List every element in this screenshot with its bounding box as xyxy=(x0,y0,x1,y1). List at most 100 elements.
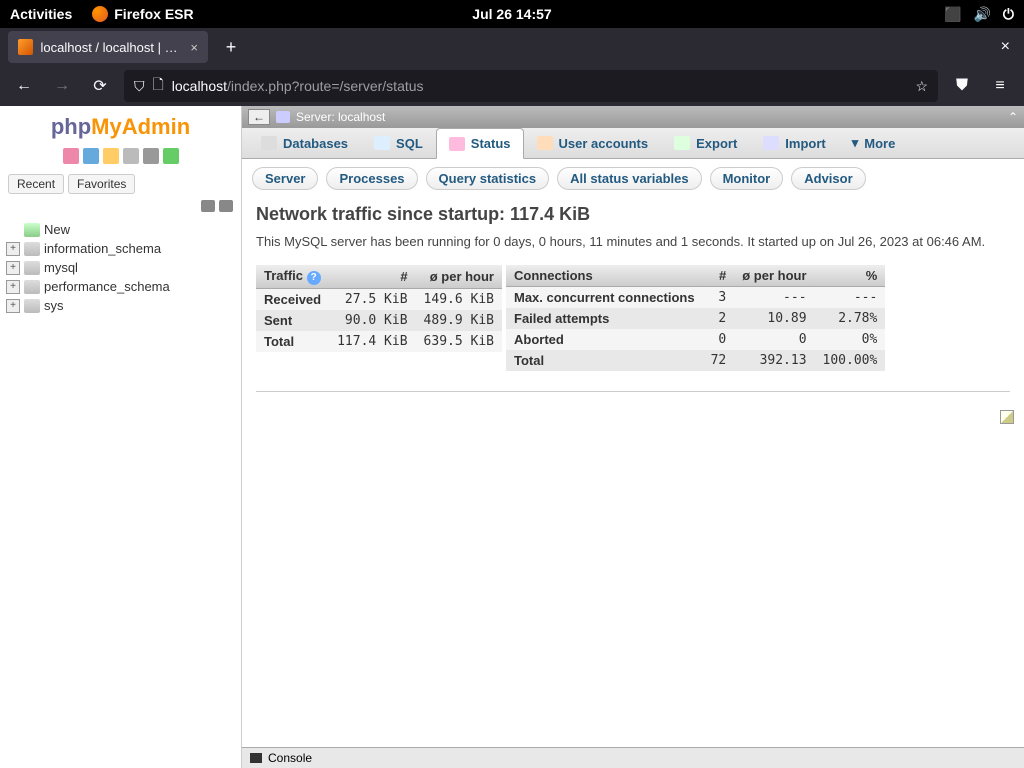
recent-tab[interactable]: Recent xyxy=(8,174,64,194)
url-path: /index.php?route=/server/status xyxy=(227,78,424,94)
reload-icon[interactable] xyxy=(163,148,179,164)
collapse-tree-icon[interactable] xyxy=(201,200,215,212)
settings-icon[interactable] xyxy=(143,148,159,164)
top-tabs: Databases SQL Status User accounts Expor… xyxy=(242,128,1024,159)
tab-title: localhost / localhost | php... xyxy=(41,40,183,55)
tree-mysql[interactable]: + mysql xyxy=(6,258,235,277)
divider xyxy=(256,391,1010,392)
home-icon[interactable] xyxy=(63,148,79,164)
db-icon xyxy=(24,242,40,256)
tree-sys[interactable]: + sys xyxy=(6,296,235,315)
expand-icon[interactable]: + xyxy=(6,261,20,275)
table-row: Max. concurrent connections3------ xyxy=(506,287,885,309)
tab-databases[interactable]: Databases xyxy=(248,128,361,158)
help-icon[interactable]: ? xyxy=(307,271,321,285)
console-bar[interactable]: Console xyxy=(242,747,1024,768)
status-icon xyxy=(449,137,465,151)
subtab-monitor[interactable]: Monitor xyxy=(710,167,784,190)
expand-icon[interactable]: + xyxy=(6,242,20,256)
tree-performance-schema[interactable]: + performance_schema xyxy=(6,277,235,296)
table-row: Total72392.13100.00% xyxy=(506,350,885,371)
table-row: Failed attempts210.892.78% xyxy=(506,308,885,329)
activities-button[interactable]: Activities xyxy=(10,6,72,22)
server-label[interactable]: Server: localhost xyxy=(296,110,385,124)
shield-icon[interactable]: ⛉ xyxy=(134,78,145,95)
url-bar[interactable]: ⛉ 🗋 localhost/index.php?route=/server/st… xyxy=(124,70,938,102)
reload-button[interactable]: ⟳ xyxy=(86,72,114,100)
forward-button: → xyxy=(48,72,76,100)
tab-more[interactable]: ▾More xyxy=(839,128,909,158)
expand-icon[interactable]: + xyxy=(6,299,20,313)
volume-icon[interactable]: 🔊 xyxy=(973,6,990,23)
tab-import[interactable]: Import xyxy=(750,128,838,158)
table-row: Total117.4 KiB639.5 KiB xyxy=(256,331,502,352)
power-icon[interactable]: ⏻ xyxy=(1003,6,1014,23)
col-connections: Connections xyxy=(506,265,703,287)
firefox-icon xyxy=(92,6,108,22)
sql-tab-icon xyxy=(374,136,390,150)
app-indicator[interactable]: Firefox ESR xyxy=(92,6,193,22)
sticky-note-icon[interactable] xyxy=(1000,410,1014,424)
tree-new[interactable]: New xyxy=(6,220,235,239)
status-content: Network traffic since startup: 117.4 KiB… xyxy=(242,198,1024,373)
users-icon xyxy=(537,136,553,150)
docs-icon[interactable] xyxy=(103,148,119,164)
server-breadcrumb: ← Server: localhost ⌃ xyxy=(242,106,1024,128)
col-per-hour: ø per hour xyxy=(416,265,502,289)
db-icon xyxy=(24,261,40,275)
db-icon xyxy=(24,299,40,313)
subtab-server[interactable]: Server xyxy=(252,167,318,190)
new-db-icon xyxy=(24,223,40,237)
network-icon[interactable]: ⬛ xyxy=(944,6,961,23)
lock-icon[interactable]: 🗋 xyxy=(153,74,164,98)
pocket-icon[interactable]: ⛊ xyxy=(948,72,976,100)
nav-back-icon[interactable]: ← xyxy=(248,109,270,125)
browser-tab[interactable]: localhost / localhost | php... × xyxy=(8,31,208,63)
console-label: Console xyxy=(268,751,312,765)
clock[interactable]: Jul 26 14:57 xyxy=(472,6,551,22)
os-top-bar: Activities Firefox ESR Jul 26 14:57 ⬛ 🔊 … xyxy=(0,0,1024,28)
logout-icon[interactable] xyxy=(83,148,99,164)
tab-sql[interactable]: SQL xyxy=(361,128,436,158)
tab-status[interactable]: Status xyxy=(436,128,524,159)
db-icon xyxy=(24,280,40,294)
expand-icon[interactable]: + xyxy=(6,280,20,294)
link-tree-icon[interactable] xyxy=(219,200,233,212)
close-tab-icon[interactable]: × xyxy=(190,40,198,55)
close-window-button[interactable]: × xyxy=(995,38,1016,56)
pma-main: ← Server: localhost ⌃ Databases SQL Stat… xyxy=(242,106,1024,768)
subtab-all-status-variables[interactable]: All status variables xyxy=(557,167,702,190)
databases-icon xyxy=(261,136,277,150)
hamburger-menu-icon[interactable]: ≡ xyxy=(986,72,1014,100)
tab-bar: localhost / localhost | php... × + × xyxy=(0,28,1024,66)
col-num: # xyxy=(329,265,415,289)
bookmark-star-icon[interactable]: ☆ xyxy=(915,78,928,95)
back-button[interactable]: ← xyxy=(10,72,38,100)
tab-export[interactable]: Export xyxy=(661,128,750,158)
tab-user-accounts[interactable]: User accounts xyxy=(524,128,662,158)
browser-chrome: localhost / localhost | php... × + × ← →… xyxy=(0,28,1024,106)
server-icon xyxy=(276,111,290,123)
table-header-row: Connections # ø per hour % xyxy=(506,265,885,287)
runtime-text: This MySQL server has been running for 0… xyxy=(256,233,1010,251)
favorites-tab[interactable]: Favorites xyxy=(68,174,135,194)
sql-icon[interactable] xyxy=(123,148,139,164)
page-title: Network traffic since startup: 117.4 KiB xyxy=(256,204,1010,225)
pma-logo[interactable]: phpMyAdmin xyxy=(0,106,241,144)
new-tab-button[interactable]: + xyxy=(216,37,246,58)
collapse-panel-icon[interactable]: ⌃ xyxy=(1008,110,1018,124)
subtab-processes[interactable]: Processes xyxy=(326,167,417,190)
nav-toolbar: ← → ⟳ ⛉ 🗋 localhost/index.php?route=/ser… xyxy=(0,66,1024,106)
subtab-advisor[interactable]: Advisor xyxy=(791,167,865,190)
col-num: # xyxy=(703,265,735,287)
subtab-query-statistics[interactable]: Query statistics xyxy=(426,167,550,190)
export-icon xyxy=(674,136,690,150)
connections-table: Connections # ø per hour % Max. concurre… xyxy=(506,265,885,371)
pma-frame: phpMyAdmin Recent Favorites New + xyxy=(0,106,1024,768)
status-sub-tabs: Server Processes Query statistics All st… xyxy=(242,159,1024,198)
console-icon xyxy=(250,753,262,763)
col-traffic: Traffic ? xyxy=(256,265,329,289)
tree-information-schema[interactable]: + information_schema xyxy=(6,239,235,258)
table-row: Aborted000% xyxy=(506,329,885,350)
pma-sidebar: phpMyAdmin Recent Favorites New + xyxy=(0,106,242,768)
